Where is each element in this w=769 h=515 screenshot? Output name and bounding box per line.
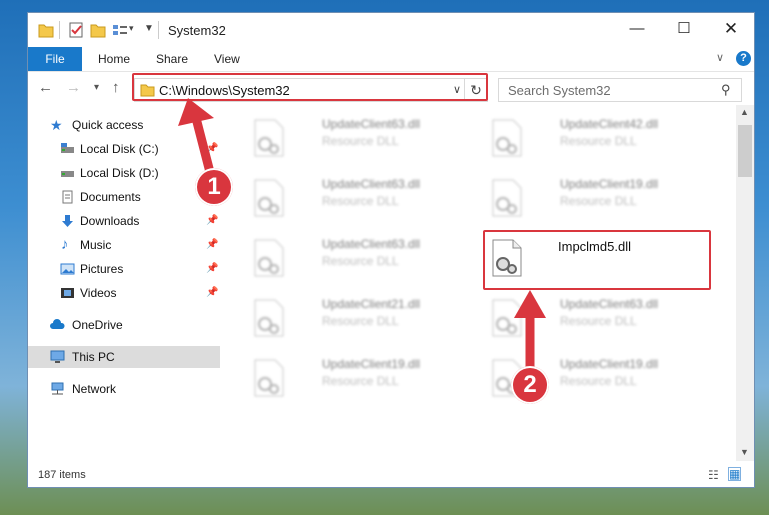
documents-icon [62,190,73,204]
videos-icon [61,288,74,298]
back-arrow-icon[interactable]: ← [38,79,53,96]
scrollbar-thumb[interactable] [738,125,752,177]
sidebar-item-local-disk-d[interactable]: Local Disk (D:) [28,162,220,184]
callout-badge-1: 1 [195,168,233,206]
help-icon[interactable]: ? [736,51,751,66]
sidebar-item-documents[interactable]: Documents 📌 [28,186,220,208]
pin-icon[interactable]: 📌 [206,210,218,232]
dll-file-icon [254,299,284,337]
window-title: System32 [168,23,226,38]
scroll-up-icon[interactable]: ▲ [740,107,749,117]
address-bar-highlight [132,73,488,101]
dll-file-icon [492,119,522,157]
new-folder-icon[interactable] [90,21,106,39]
sidebar-item-this-pc[interactable]: This PC [28,346,220,368]
forward-arrow-icon[interactable]: → [66,79,81,96]
file-item[interactable]: UpdateClient19.dll Resource DLL [486,173,718,225]
search-box[interactable]: Search System32 ⚲ [498,78,742,102]
network-icon [51,382,64,395]
sidebar-item-local-disk-c[interactable]: Local Disk (C:) 📌 [28,138,220,160]
maximize-button[interactable]: ☐ [661,13,707,45]
sidebar-item-onedrive[interactable]: OneDrive [28,314,220,336]
pin-icon[interactable]: 📌 [206,258,218,280]
tab-view[interactable]: View [214,47,240,71]
scroll-down-icon[interactable]: ▼ [740,447,749,457]
title-bar: ▾ ▼ System32 — ☐ ✕ [28,13,754,47]
callout-badge-2: 2 [511,366,549,404]
file-item[interactable]: UpdateClient63.dll Resource DLL [248,173,480,225]
sidebar-item-network[interactable]: Network [28,378,220,400]
file-highlight [483,230,711,290]
drive-icon [61,171,74,177]
minimize-button[interactable]: — [614,13,660,45]
file-item[interactable]: UpdateClient19.dll Resource DLL [248,353,480,405]
file-item[interactable]: UpdateClient63.dll Resource DLL [248,113,480,165]
details-view-icon[interactable]: ☷ [708,468,719,482]
customize-icon[interactable] [112,21,128,39]
up-arrow-icon[interactable]: ↑ [112,79,120,96]
dll-file-icon [492,299,522,337]
file-item[interactable]: UpdateClient21.dll Resource DLL [248,293,480,345]
sidebar-item-videos[interactable]: Videos 📌 [28,282,220,304]
folder-icon[interactable] [38,21,54,39]
large-icons-view-icon[interactable]: ▦ [728,467,742,481]
dll-file-icon [254,119,284,157]
file-item[interactable]: UpdateClient63.dll Resource DLL [248,233,480,285]
close-button[interactable]: ✕ [708,13,754,45]
pictures-icon [60,263,75,275]
search-placeholder: Search System32 [508,83,611,98]
sidebar-item-music[interactable]: ♪ Music 📌 [28,234,220,256]
pin-icon[interactable]: 📌 [206,234,218,256]
sidebar-item-pictures[interactable]: Pictures 📌 [28,258,220,280]
recent-locations-icon[interactable]: ▾ [94,82,99,93]
music-icon: ♪ [61,236,69,253]
search-icon[interactable]: ⚲ [721,82,731,98]
ribbon-tabs: File Home Share View ∨ ? [28,47,754,71]
drive-icon [61,143,74,153]
item-count: 187 items [38,469,86,481]
chevron-down-icon[interactable]: ▾ [129,23,134,34]
quick-access-dropdown-icon[interactable]: ▼ [144,23,154,34]
pin-icon[interactable]: 📌 [206,138,218,160]
star-icon: ★ [50,117,63,133]
vertical-scrollbar[interactable]: ▲ ▼ [736,105,754,461]
tab-share[interactable]: Share [156,47,188,71]
dll-file-icon [254,239,284,277]
download-icon [62,215,73,227]
dll-file-icon [492,179,522,217]
properties-icon[interactable] [68,21,84,39]
tab-file[interactable]: File [28,47,82,71]
tab-home[interactable]: Home [98,47,130,71]
ribbon-expand-icon[interactable]: ∨ [716,51,724,64]
dll-file-icon [254,179,284,217]
sidebar-item-quick-access[interactable]: ★ Quick access [28,114,220,136]
file-item[interactable]: UpdateClient63.dll Resource DLL [486,293,718,345]
sidebar-item-downloads[interactable]: Downloads 📌 [28,210,220,232]
file-item[interactable]: UpdateClient42.dll Resource DLL [486,113,718,165]
dll-file-icon [254,359,284,397]
cloud-icon [50,319,65,329]
computer-icon [50,350,65,363]
navigation-pane: ★ Quick access Local Disk (C:) 📌 Local D… [28,105,220,461]
pin-icon[interactable]: 📌 [206,282,218,304]
status-bar: 187 items ☷ ▦ [28,461,754,487]
